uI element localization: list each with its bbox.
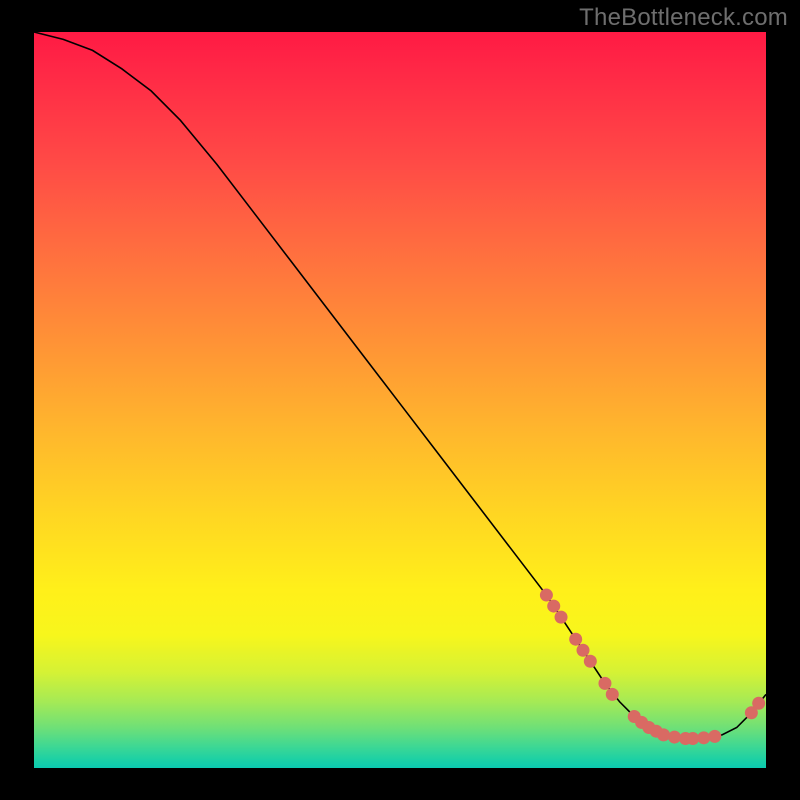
plot-area <box>34 32 766 768</box>
data-marker <box>606 688 619 701</box>
data-marker <box>569 633 582 646</box>
data-marker <box>540 589 553 602</box>
data-marker <box>752 697 765 710</box>
data-marker <box>555 611 568 624</box>
data-marker <box>584 655 597 668</box>
data-marker <box>708 730 721 743</box>
data-marker <box>598 677 611 690</box>
marker-layer <box>540 589 765 746</box>
bottleneck-curve <box>34 32 766 739</box>
watermark-text: TheBottleneck.com <box>579 4 788 32</box>
data-marker <box>577 644 590 657</box>
data-marker <box>668 731 681 744</box>
data-marker <box>547 600 560 613</box>
data-marker <box>657 728 670 741</box>
chart-frame: TheBottleneck.com <box>0 0 800 800</box>
curve-layer <box>34 32 766 768</box>
data-marker <box>697 731 710 744</box>
